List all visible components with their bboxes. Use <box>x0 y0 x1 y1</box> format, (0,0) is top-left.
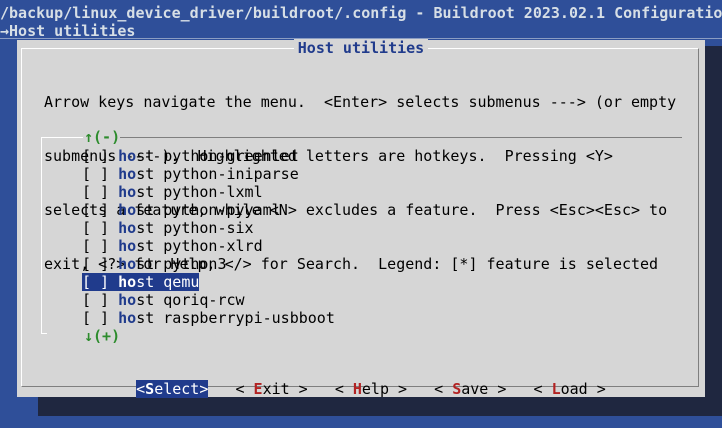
menu-item[interactable]: [ ] host qoriq-rcw <box>82 291 335 309</box>
load-button-hotkey: L <box>551 380 561 398</box>
menu-item-gap <box>109 255 118 273</box>
exit-button-open: < <box>235 380 254 398</box>
dialog-title-text: Host utilities <box>293 39 429 57</box>
menu-item-gap <box>109 291 118 309</box>
save-button-open: < <box>434 380 453 398</box>
menu-item-hotkey: ho <box>118 201 137 219</box>
scroll-up-indicator[interactable]: ↑(-) <box>84 128 121 146</box>
scroll-down-indicator[interactable]: ↓(+) <box>84 327 121 345</box>
help-button-open: < <box>334 380 353 398</box>
menu-item-label: st python-six <box>136 219 254 237</box>
menu-item-hotkey: ho <box>118 255 137 273</box>
exit-button[interactable]: < Exit > <box>235 380 307 398</box>
checkbox[interactable]: [ ] <box>82 273 110 291</box>
menu-item-label: st qoriq-rcw <box>136 291 245 309</box>
menu-item[interactable]: [ ] host python3 <box>82 255 335 273</box>
menu-item[interactable]: [ ] host python-greenlet <box>82 147 335 165</box>
checkbox[interactable]: [ ] <box>82 237 109 255</box>
checkbox[interactable]: [ ] <box>82 255 109 273</box>
menu-item-hotkey: ho <box>118 219 137 237</box>
load-button-open: < <box>533 380 552 398</box>
menu-item-hotkey: ho <box>118 237 137 255</box>
checkbox[interactable]: [ ] <box>82 309 109 327</box>
button-bar: <Select> < Exit > < Help > < Save > < Lo… <box>100 362 606 416</box>
menu-item-label: st python-pyyaml <box>136 201 281 219</box>
save-button-close: > <box>488 380 507 398</box>
menu-item-gap <box>109 147 118 165</box>
exit-button-hotkey: E <box>253 380 263 398</box>
menu-item-hotkey: ho <box>118 291 137 309</box>
menu-item[interactable]: [ ] host python-lxml <box>82 183 335 201</box>
select-button-label: elect <box>154 380 200 398</box>
save-button[interactable]: < Save > <box>434 380 506 398</box>
load-button[interactable]: < Load > <box>534 380 606 398</box>
select-button-hotkey: S <box>145 380 155 398</box>
menu-item-hotkey: ho <box>118 273 137 291</box>
menu-item-gap <box>109 165 118 183</box>
load-button-close: > <box>587 380 606 398</box>
menu-item-label: st raspberrypi-usbboot <box>136 309 335 327</box>
menu-item-gap <box>109 201 118 219</box>
menu-item[interactable]: [ ] host raspberrypi-usbboot <box>82 309 335 327</box>
dialog-title: Host utilities <box>17 39 705 57</box>
menu-item-label: st python-iniparse <box>136 165 299 183</box>
save-button-label: ave <box>461 380 489 398</box>
menu-item-label: st python-greenlet <box>136 147 299 165</box>
menu-item[interactable]: [ ] host qemu <box>82 273 335 291</box>
menu-item[interactable]: [ ] host python-pyyaml <box>82 201 335 219</box>
menu-item-label: st python-lxml <box>136 183 263 201</box>
help-button-hotkey: H <box>352 380 362 398</box>
list-frame-bottom <box>41 333 47 334</box>
checkbox[interactable]: [ ] <box>82 165 109 183</box>
select-button-open: < <box>136 380 146 398</box>
menu-item-label: st python3 <box>136 255 227 273</box>
menu-item-gap <box>109 309 118 327</box>
help-line: Arrow keys navigate the menu. <Enter> se… <box>44 93 677 111</box>
menu-item-hotkey: ho <box>118 183 137 201</box>
menu-item[interactable]: [ ] host python-six <box>82 219 335 237</box>
checkbox[interactable]: [ ] <box>82 183 109 201</box>
menu-dialog: Host utilities Arrow keys navigate the m… <box>17 39 705 398</box>
help-button-label: elp <box>361 380 389 398</box>
menu-item-label: st python-xlrd <box>136 237 263 255</box>
menu-item-hotkey: ho <box>118 309 137 327</box>
window-title: /backup/linux_device_driver/buildroot/.c… <box>0 4 722 22</box>
list-frame-top-left <box>41 137 83 138</box>
menu-item-hotkey: ho <box>118 165 137 183</box>
checkbox[interactable]: [ ] <box>82 201 109 219</box>
load-button-label: oad <box>560 380 588 398</box>
list-frame-left <box>41 137 42 333</box>
checkbox[interactable]: [ ] <box>82 219 109 237</box>
exit-button-label: xit <box>262 380 290 398</box>
menu-item-gap <box>109 237 118 255</box>
menu-item-hotkey: ho <box>118 147 137 165</box>
menu-item-gap <box>109 219 118 237</box>
menu-item[interactable]: [ ] host python-iniparse <box>82 165 335 183</box>
help-button-close: > <box>389 380 408 398</box>
exit-button-close: > <box>289 380 308 398</box>
checkbox[interactable]: [ ] <box>82 147 109 165</box>
menu-list: [ ] host python-greenlet[ ] host python-… <box>82 147 335 327</box>
menu-item-gap <box>109 273 119 291</box>
checkbox[interactable]: [ ] <box>82 291 109 309</box>
select-button[interactable]: <Select> <box>136 380 209 398</box>
menu-item-gap <box>109 183 118 201</box>
save-button-hotkey: S <box>452 380 462 398</box>
menu-item[interactable]: [ ] host python-xlrd <box>82 237 335 255</box>
menu-item-label: st qemu <box>136 273 200 291</box>
list-frame-top <box>99 137 682 138</box>
help-button[interactable]: < Help > <box>335 380 407 398</box>
